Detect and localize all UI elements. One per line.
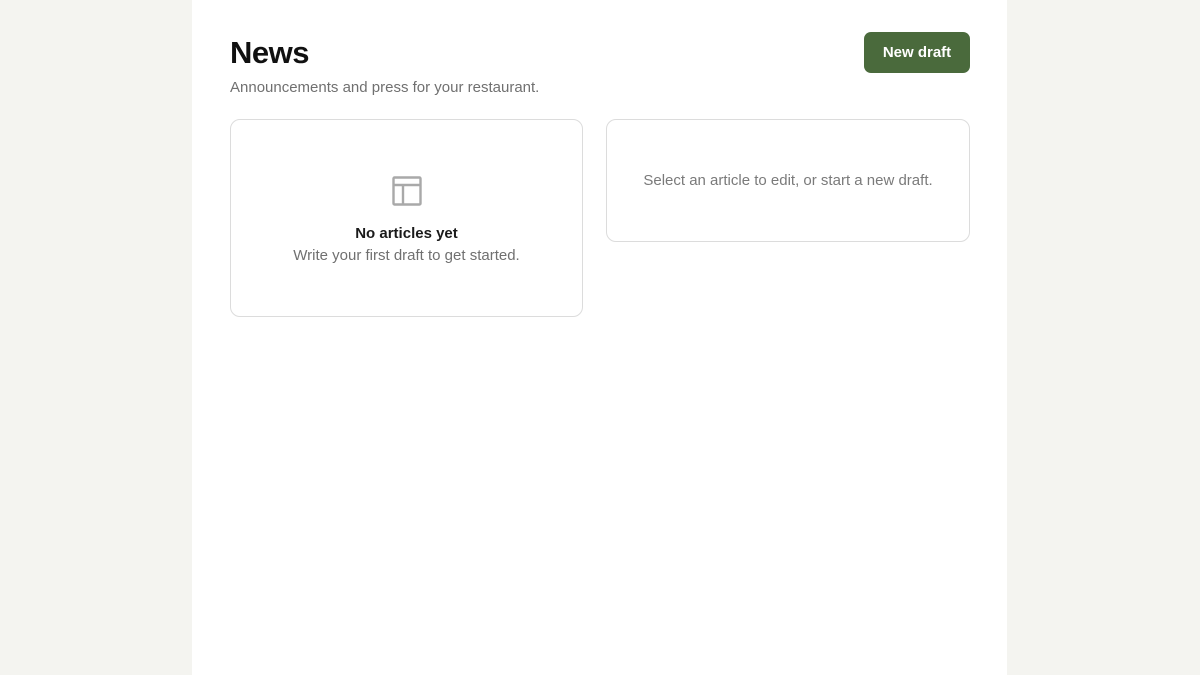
layout-icon bbox=[391, 175, 423, 207]
empty-state-title: No articles yet bbox=[355, 225, 458, 242]
empty-state-text: Write your first draft to get started. bbox=[293, 247, 520, 264]
page-title: News bbox=[230, 35, 309, 70]
article-editor-card: Select an article to edit, or start a ne… bbox=[606, 119, 970, 242]
editor-empty-hint: Select an article to edit, or start a ne… bbox=[643, 171, 933, 189]
new-draft-button[interactable]: New draft bbox=[864, 32, 970, 73]
articles-list-card: No articles yet Write your first draft t… bbox=[230, 119, 583, 317]
page-subtitle: Announcements and press for your restaur… bbox=[230, 79, 540, 96]
main-panel: News Announcements and press for your re… bbox=[192, 0, 1007, 675]
